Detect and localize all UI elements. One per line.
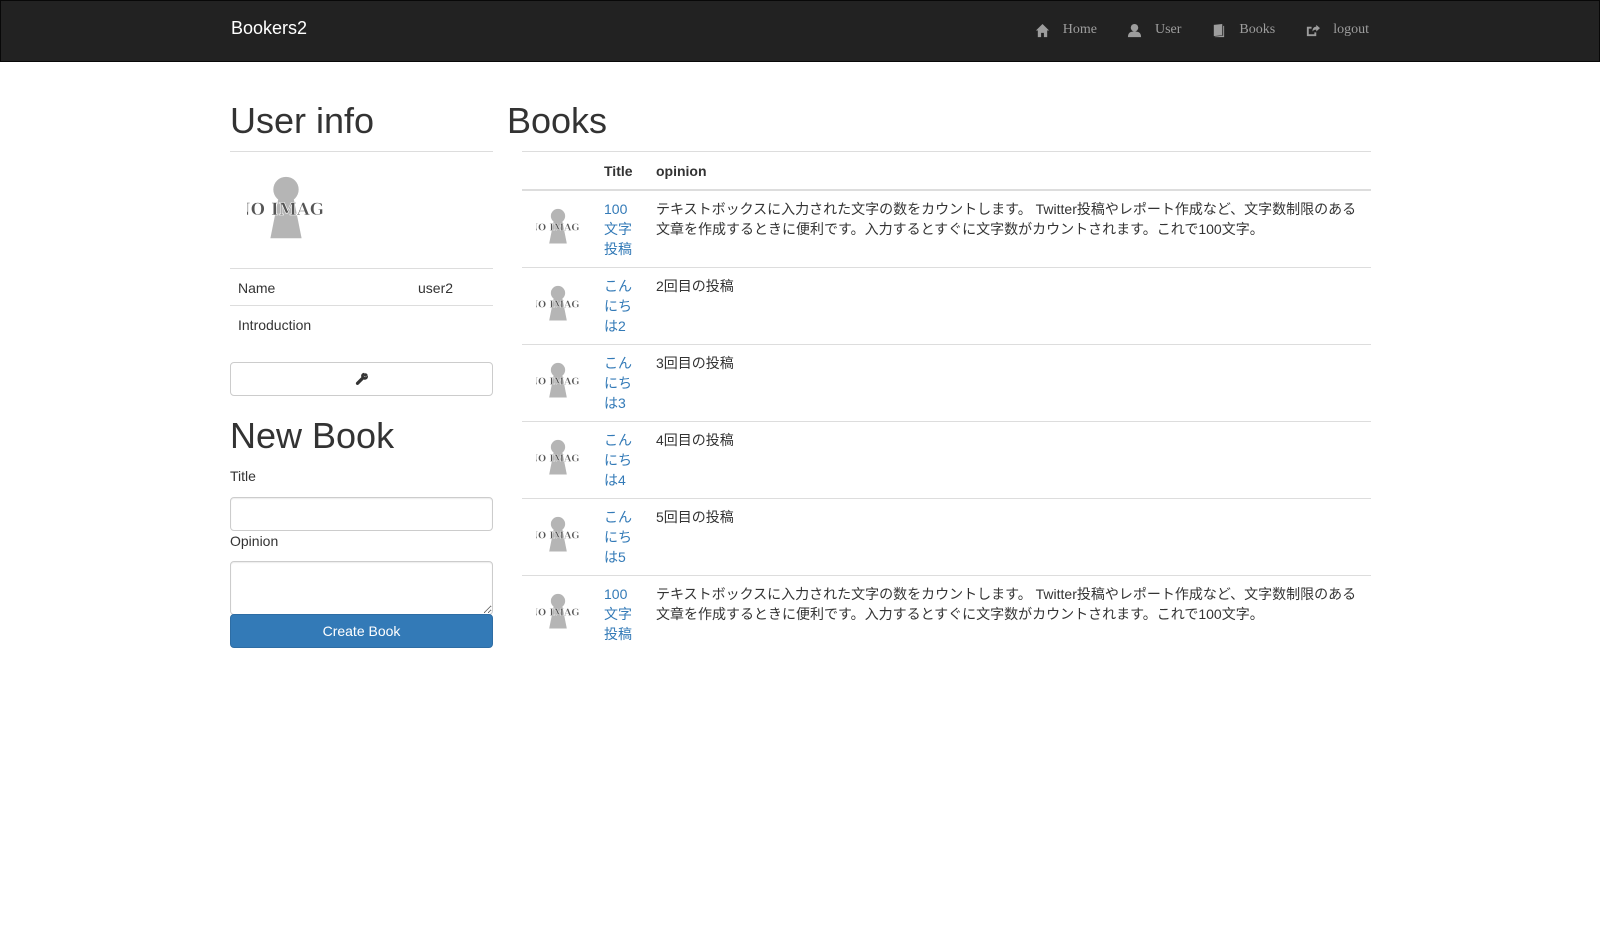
wrench-icon [355,372,368,385]
title-label: Title [230,468,256,484]
column-title: Title [596,151,648,191]
book-title-link[interactable]: こんにちは4 [604,430,640,490]
book-opinion: 3回目の投稿 [648,344,1371,422]
user-info-row-introduction: Introduction [230,305,493,342]
book-thumbnail[interactable] [536,436,580,480]
book-thumbnail[interactable] [536,205,580,249]
book-icon [1214,23,1225,37]
book-title-link[interactable]: こんにちは3 [604,353,640,413]
user-info-heading: User info [230,100,375,141]
introduction-label: Introduction [238,317,312,333]
book-title-link[interactable]: こんにちは5 [604,507,640,567]
nav-logout-link[interactable]: logout [1305,22,1369,38]
nav-menu: Home User Books logout [1005,19,1369,41]
title-input[interactable] [230,497,493,531]
nav-user-label: User [1154,22,1182,37]
book-opinion: 4回目の投稿 [648,421,1371,499]
nav-home-link[interactable]: Home [1035,22,1097,38]
create-book-button[interactable]: Create Book [230,614,493,648]
book-thumbnail[interactable] [536,282,580,326]
user-avatar [247,170,325,248]
book-thumbnail[interactable] [536,513,580,557]
opinion-textarea[interactable] [230,561,493,615]
books-heading: Books [507,100,608,141]
new-book-heading: New Book [230,415,395,456]
name-value: user2 [418,280,454,296]
user-icon [1127,23,1142,37]
books-table: Title opinion 100文字投稿 テキストボックスに入力された文字の数… [522,151,1371,653]
table-row: こんにちは2 2回目の投稿 [522,267,1371,345]
book-title-link[interactable]: 100文字投稿 [604,584,640,644]
opinion-label: Opinion [230,533,279,549]
table-row: 100文字投稿 テキストボックスに入力された文字の数をカウントします。 Twit… [522,190,1371,268]
books-table-header: Title opinion [522,151,1371,191]
logout-icon [1307,24,1321,36]
book-opinion: 5回目の投稿 [648,498,1371,576]
user-info-divider [230,151,493,152]
column-opinion: opinion [648,151,1371,191]
book-opinion: 2回目の投稿 [648,267,1371,345]
navbar: Bookers2 Home User Books logout [0,0,1600,62]
book-thumbnail[interactable] [536,359,580,403]
table-row: 100文字投稿 テキストボックスに入力された文字の数をカウントします。 Twit… [522,575,1371,653]
column-thumbnail [522,151,596,191]
nav-home-label: Home [1062,22,1097,37]
user-info-row-name: Name user2 [230,268,493,305]
book-thumbnail[interactable] [536,590,580,634]
table-row: こんにちは4 4回目の投稿 [522,421,1371,499]
book-title-link[interactable]: こんにちは2 [604,276,640,336]
nav-user-link[interactable]: User [1127,22,1181,38]
home-icon [1035,23,1049,37]
table-row: こんにちは5 5回目の投稿 [522,498,1371,576]
name-label: Name [238,280,276,296]
book-opinion: テキストボックスに入力された文字の数をカウントします。 Twitter投稿やレポ… [656,201,1357,237]
edit-user-button[interactable] [230,362,493,396]
brand-logo[interactable]: Bookers2 [231,18,307,38]
table-row: こんにちは3 3回目の投稿 [522,344,1371,422]
book-title-link[interactable]: 100文字投稿 [604,199,640,259]
book-opinion: テキストボックスに入力された文字の数をカウントします。 Twitter投稿やレポ… [648,575,1371,653]
nav-books-label: Books [1239,22,1276,37]
nav-logout-label: logout [1333,22,1369,37]
nav-books-link[interactable]: Books [1211,22,1275,38]
